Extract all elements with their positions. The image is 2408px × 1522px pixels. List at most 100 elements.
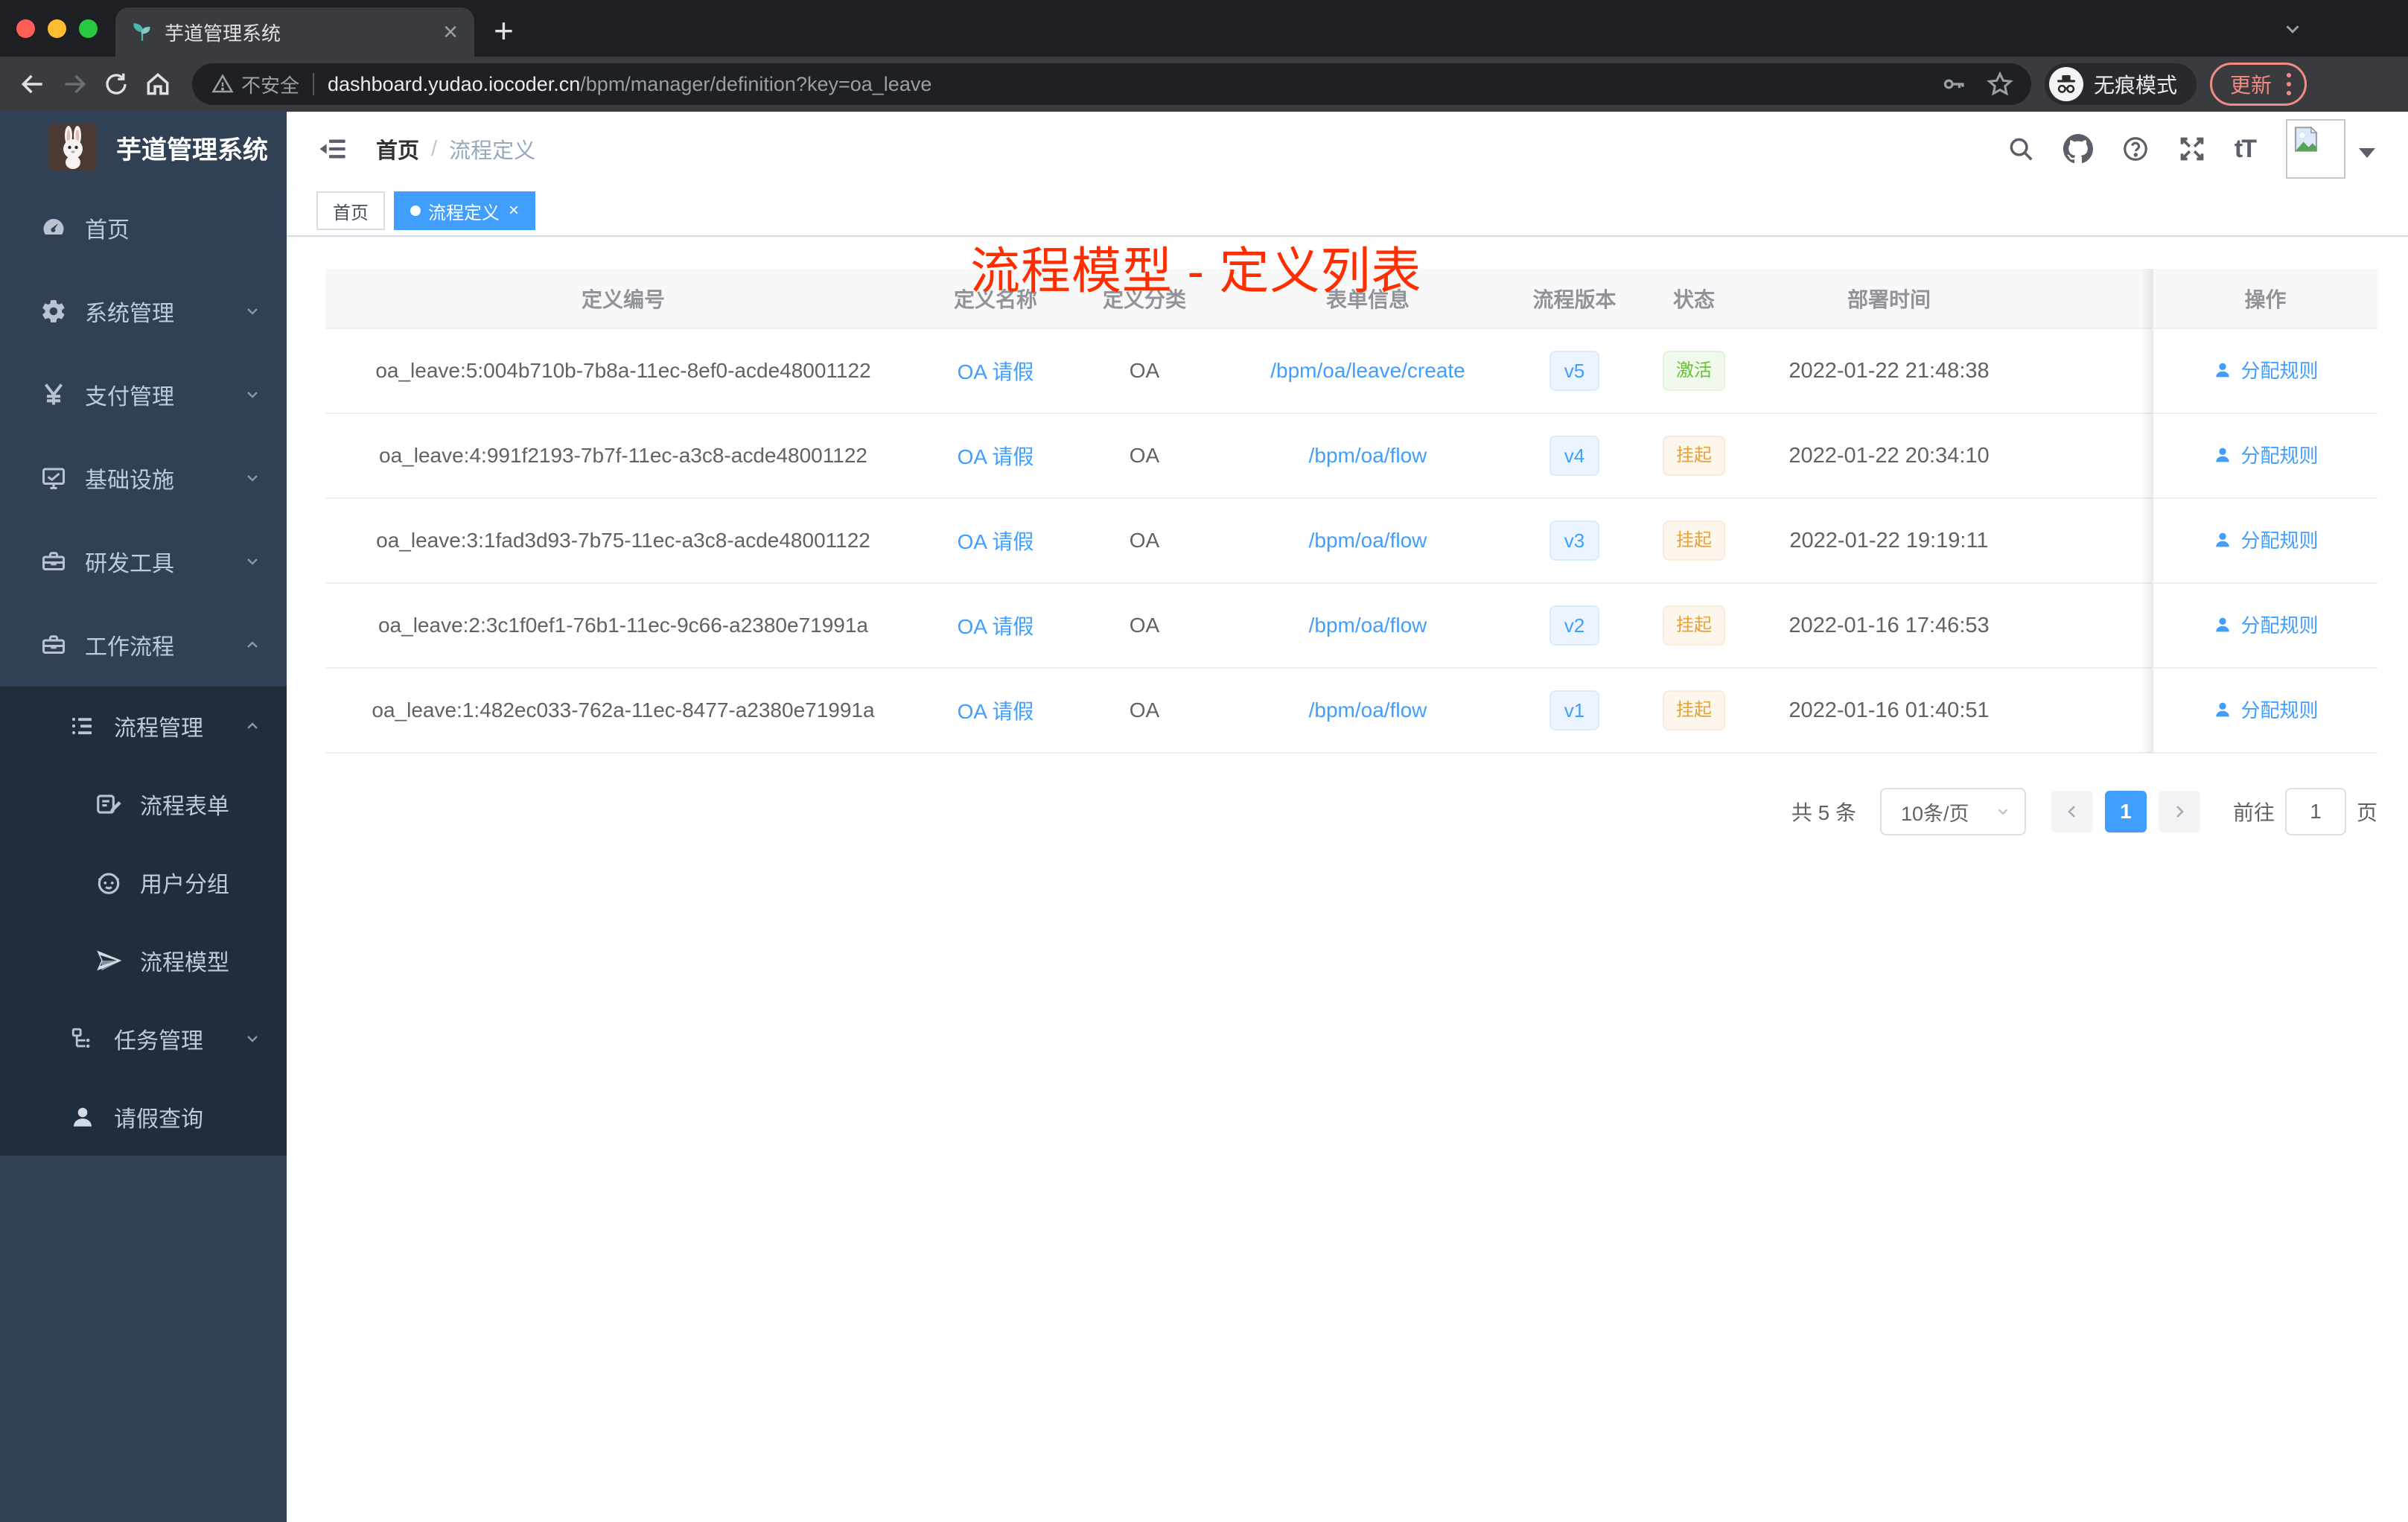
- page-size-select[interactable]: 10条/页: [1879, 788, 2026, 835]
- form-link[interactable]: /bpm/oa/flow: [1309, 444, 1427, 467]
- chevron-down-icon: [243, 302, 261, 320]
- definition-table: 定义编号 定义名称 定义分类 表单信息 流程版本 状态 部署时间 操作 oa_l…: [325, 269, 2377, 754]
- form-link[interactable]: /bpm/oa/flow: [1309, 614, 1427, 637]
- sidebar-item-dev-tools[interactable]: 研发工具: [0, 520, 287, 603]
- assign-rule-button[interactable]: 分配规则: [2212, 611, 2319, 638]
- url-host: dashboard.yudao.iocoder.cn: [328, 72, 581, 95]
- search-icon[interactable]: [1993, 135, 2049, 163]
- url-bar[interactable]: 不安全 dashboard.yudao.iocoder.cn/bpm/manag…: [192, 63, 2031, 105]
- version-badge: v5: [1549, 351, 1600, 391]
- user-menu-caret-icon[interactable]: [2359, 147, 2375, 158]
- goto-page-input[interactable]: [2284, 788, 2346, 835]
- sidebar-collapse-icon[interactable]: [310, 127, 355, 171]
- assign-rule-button[interactable]: 分配规则: [2212, 356, 2319, 383]
- new-tab-button[interactable]: +: [494, 10, 514, 57]
- tag-process-definition[interactable]: 流程定义 ×: [394, 191, 536, 230]
- chevron-down-icon: [243, 386, 261, 404]
- tag-close-icon[interactable]: ×: [509, 202, 519, 220]
- col-definition-id: 定义编号: [325, 269, 921, 329]
- sidebar-item-system[interactable]: 系统管理: [0, 270, 287, 353]
- sidebar-item-process-model[interactable]: 流程模型: [0, 921, 287, 999]
- form-link[interactable]: /bpm/oa/leave/create: [1270, 359, 1465, 382]
- col-filler: [2022, 269, 2153, 329]
- definition-category: OA: [1070, 583, 1219, 669]
- definition-name-link[interactable]: OA 请假: [958, 445, 1034, 468]
- pagination: 共 5 条 10条/页 1 前往 页: [325, 788, 2377, 835]
- sidebar-item-process-form[interactable]: 流程表单: [0, 765, 287, 843]
- breadcrumb-home[interactable]: 首页: [376, 133, 419, 165]
- screen: 芋道管理系统 × + 不安全 dashboard.yudao.iocoder.c…: [0, 0, 2408, 1522]
- sidebar-item-infrastructure[interactable]: 基础设施: [0, 436, 287, 520]
- sidebar-item-home[interactable]: 首页: [0, 186, 287, 270]
- prev-page-button[interactable]: [2051, 791, 2093, 832]
- sidebar-item-payment[interactable]: 支付管理: [0, 353, 287, 436]
- forward-icon[interactable]: [54, 63, 95, 105]
- window-controls: [0, 0, 115, 57]
- tag-home[interactable]: 首页: [316, 191, 385, 230]
- next-page-button[interactable]: [2158, 791, 2200, 832]
- table-row: oa_leave:3:1fad3d93-7b75-11ec-a3c8-acde4…: [325, 498, 2377, 584]
- sidebar-item-workflow[interactable]: 工作流程: [0, 603, 287, 687]
- sidebar-item-leave-query[interactable]: 请假查询: [0, 1077, 287, 1156]
- paper-plane-icon: [94, 946, 124, 975]
- reload-icon[interactable]: [95, 63, 137, 105]
- bookmark-star-icon[interactable]: [1987, 71, 2013, 98]
- definition-id: oa_leave:2:3c1f0ef1-76b1-11ec-9c66-a2380…: [325, 583, 921, 669]
- home-icon[interactable]: [137, 63, 179, 105]
- sidebar-menu: 首页 系统管理 支付管理 基础设施 研发工具 工作流程 流程管理 流程表单 用户…: [0, 186, 287, 1156]
- workflow-toolbox-icon: [39, 631, 69, 658]
- maximize-window-button[interactable]: [79, 19, 98, 38]
- tags-view-bar: 首页 流程定义 ×: [287, 186, 2408, 237]
- deploy-time: 2022-01-16 01:40:51: [1756, 668, 2022, 754]
- form-link[interactable]: /bpm/oa/flow: [1309, 529, 1427, 552]
- status-badge: 挂起: [1663, 436, 1725, 476]
- chevron-right-icon: [2176, 806, 2184, 818]
- help-icon[interactable]: [2107, 135, 2164, 163]
- sidebar-item-process-management[interactable]: 流程管理: [0, 687, 287, 765]
- form-link[interactable]: /bpm/oa/flow: [1309, 698, 1427, 722]
- security-indicator[interactable]: 不安全: [211, 71, 299, 98]
- browser-menu-icon[interactable]: [2287, 73, 2291, 95]
- main-area: 流程模型 - 定义列表 首页 / 流程定义 tT 首页 流程定义 × 定义编号 …: [287, 112, 2408, 1522]
- close-window-button[interactable]: [16, 19, 35, 38]
- url-text[interactable]: dashboard.yudao.iocoder.cn/bpm/manager/d…: [328, 73, 1940, 96]
- assign-rule-button[interactable]: 分配规则: [2212, 441, 2319, 468]
- assign-rule-button[interactable]: 分配规则: [2212, 695, 2319, 723]
- sidebar-item-user-group[interactable]: 用户分组: [0, 843, 287, 921]
- definition-name-link[interactable]: OA 请假: [958, 700, 1034, 723]
- active-tag-dot: [410, 206, 421, 216]
- github-icon[interactable]: [2049, 134, 2107, 164]
- version-badge: v4: [1549, 436, 1600, 476]
- password-key-icon[interactable]: [1940, 71, 1967, 98]
- sidebar-logo[interactable]: 芋道管理系统: [0, 112, 287, 183]
- tab-title: 芋道管理系统: [165, 22, 281, 45]
- chevron-down-icon: [1998, 809, 2008, 815]
- status-badge: 挂起: [1663, 605, 1725, 646]
- version-badge: v2: [1549, 605, 1600, 646]
- pagination-total: 共 5 条: [1791, 801, 1856, 824]
- table-row: oa_leave:4:991f2193-7b7f-11ec-a3c8-acde4…: [325, 413, 2377, 499]
- definition-name-link[interactable]: OA 请假: [958, 360, 1034, 383]
- security-label: 不安全: [241, 74, 300, 97]
- browser-tab[interactable]: 芋道管理系统 ×: [115, 7, 474, 57]
- deploy-time: 2022-01-22 21:48:38: [1756, 328, 2022, 414]
- definition-name-link[interactable]: OA 请假: [958, 615, 1034, 638]
- form-edit-icon: [94, 790, 124, 818]
- font-size-icon[interactable]: tT: [2220, 135, 2270, 164]
- minimize-window-button[interactable]: [48, 19, 66, 38]
- page-number-1[interactable]: 1: [2104, 791, 2147, 832]
- definition-id: oa_leave:3:1fad3d93-7b75-11ec-a3c8-acde4…: [325, 498, 921, 584]
- yen-icon: [39, 381, 69, 408]
- fullscreen-icon[interactable]: [2164, 135, 2220, 163]
- back-icon[interactable]: [12, 63, 54, 105]
- app-title: 芋道管理系统: [116, 136, 268, 165]
- user-avatar[interactable]: [2286, 119, 2345, 179]
- sidebar-item-task-management[interactable]: 任务管理: [0, 999, 287, 1077]
- assign-rule-button[interactable]: 分配规则: [2212, 526, 2319, 553]
- table-row: oa_leave:1:482ec033-762a-11ec-8477-a2380…: [325, 668, 2377, 754]
- browser-update-button[interactable]: 更新: [2209, 63, 2307, 106]
- definition-name-link[interactable]: OA 请假: [958, 530, 1034, 553]
- breadcrumb-current: 流程定义: [449, 139, 536, 163]
- tab-search-caret-icon[interactable]: [2281, 18, 2304, 40]
- tab-close-icon[interactable]: ×: [443, 19, 458, 45]
